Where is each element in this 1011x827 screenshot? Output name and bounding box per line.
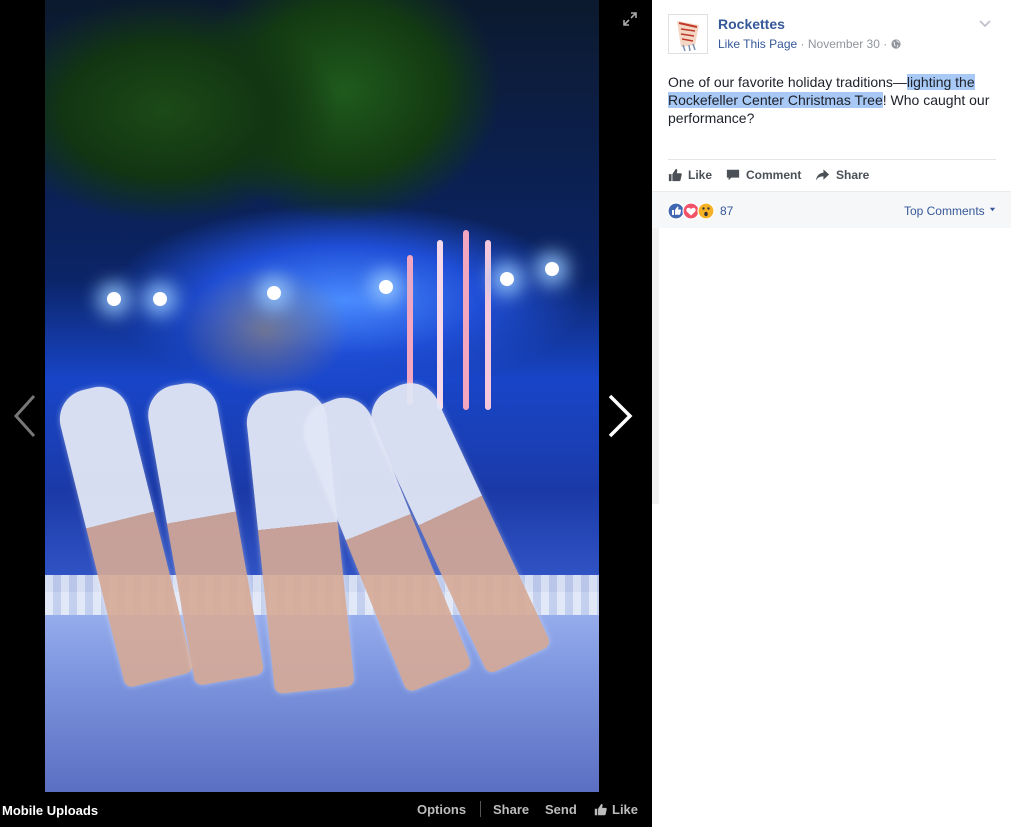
fullscreen-expand-icon[interactable] [622,11,638,27]
photo-viewer: Mobile Uploads Options Share Send Like [0,0,652,827]
rockettes-stage-photo[interactable] [45,0,599,792]
thumbs-up-icon [668,168,682,182]
post-text: One of our favorite holiday traditions—l… [668,73,998,127]
stage-spotlight [107,292,121,306]
stage-spotlight [267,286,281,300]
like-post-button[interactable]: Like [668,166,712,184]
page-avatar[interactable] [668,14,708,54]
post-divider [668,159,996,160]
like-page-link[interactable]: Like This Page [718,37,797,51]
meta-separator: · [800,37,808,51]
light-pillar [485,240,491,410]
post-panel: Rockettes Like This Page · November 30 ·… [652,0,1011,827]
comment-sort-label: Top Comments [903,204,985,218]
reaction-icons[interactable] [667,202,719,220]
light-pillar [463,230,469,410]
previous-photo-arrow-icon[interactable] [10,392,42,440]
love-reaction-icon [682,202,700,220]
stage-spotlight [379,280,393,294]
share-photo-button[interactable]: Share [493,802,529,817]
like-reaction-icon [667,202,685,220]
comment-label: Comment [746,168,802,182]
page-name-link[interactable]: Rockettes [718,16,785,32]
post-date[interactable]: November 30 [808,37,880,51]
comment-button[interactable]: Comment [726,166,801,184]
send-photo-button[interactable]: Send [545,802,577,817]
next-photo-arrow-icon[interactable] [604,392,636,440]
post-text-start: One of our favorite holiday traditions— [668,74,907,90]
stage-spotlight [545,262,559,276]
like-post-label: Like [688,168,713,182]
wow-reaction-icon [697,202,715,220]
comment-sort-dropdown[interactable]: Top Comments [904,204,996,218]
panel-scrollbar[interactable] [652,228,659,504]
like-photo-label: Like [612,802,639,817]
album-name[interactable]: Mobile Uploads [2,803,98,818]
reaction-count[interactable]: 87 [720,204,733,218]
meta-separator: · [883,37,891,51]
reactions-bar: 87 Top Comments [652,191,1011,228]
rockettes-logo-icon [669,15,707,53]
bar-divider [480,801,481,817]
options-button[interactable]: Options [417,802,466,817]
comment-bubble-icon [726,169,740,181]
viewer-action-bar: Mobile Uploads Options Share Send Like [0,792,652,827]
share-arrow-icon [815,169,830,181]
light-pillar [437,240,443,410]
globe-icon [891,39,901,49]
stage-spotlight [153,292,167,306]
thumbs-up-icon [594,803,607,816]
share-post-label: Share [836,168,870,182]
post-meta: Like This Page · November 30 · [718,37,901,51]
share-post-button[interactable]: Share [815,166,869,184]
stage-spotlight [500,272,514,286]
like-photo-button[interactable]: Like [594,802,638,817]
caret-down-icon [989,207,996,212]
post-options-chevron-icon[interactable] [978,16,992,30]
